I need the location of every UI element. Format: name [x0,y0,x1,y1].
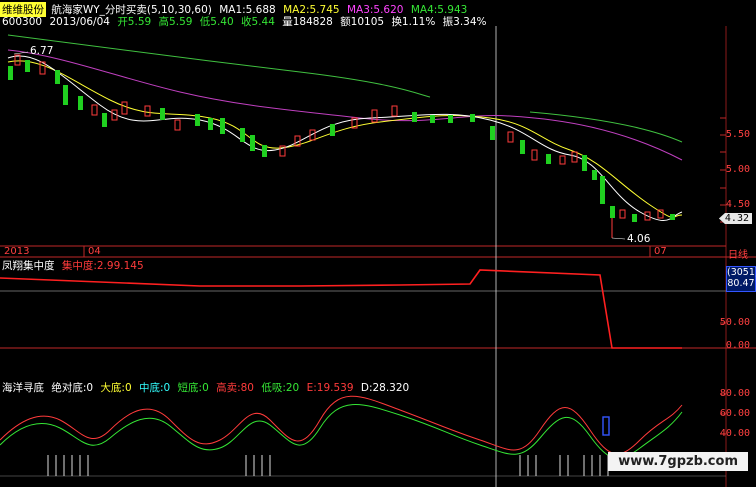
period-label[interactable]: 日线 [728,246,748,261]
label-d-value: D:28.320 [360,382,410,394]
ma60-line-part2 [529,111,683,143]
label-big-bottom: 大底:0 [100,382,132,394]
ind2-axis-60: 60.00 [719,408,750,419]
indicator1-name[interactable]: 凤翔集中度 [0,258,57,273]
label-absolute-bottom: 绝对底:0 [51,382,94,394]
oscillator-d-line [0,404,683,459]
concentration-line [0,269,682,349]
indicator2-header: 海洋寻底 绝对底:0 大底:0 中底:0 短底:0 高卖:80 低吸:20 E:… [0,380,411,395]
high-leader [13,51,29,55]
signal-bars [47,455,609,476]
label-high-sell: 高卖:80 [216,382,254,394]
low-leader [611,237,626,240]
indicator1-value: 集中度:2.99.145 [61,260,144,272]
price-tick-1: 5.50 [725,129,750,140]
ma5-line [7,55,683,222]
label-low-buy: 低吸:20 [261,382,300,394]
label-mid-bottom: 中底:0 [138,382,171,394]
time-label-july: 07 [654,246,667,257]
price-tick-2: 5.00 [725,164,750,175]
oscillator-e-line [0,395,683,455]
price-tick-3: 4.50 [725,199,750,210]
ind2-axis-40: 40.00 [719,428,750,439]
ind1-axis-50: 50.00 [719,317,750,328]
time-label-year: 2013 [4,246,30,257]
indicator1-box-value: (3051) [727,267,756,278]
ind2-axis-80: 80.00 [719,388,750,399]
ma10-line [7,60,683,218]
ind1-axis-0: 0.00 [725,340,750,351]
label-e-value: E:19.539 [306,382,354,394]
label-short-bottom: 短底:0 [177,382,209,394]
indicator2-name[interactable]: 海洋寻底 [0,380,46,395]
high-annotation: 6.77 [30,45,54,57]
watermark: www.7gpzb.com [608,452,748,471]
indicator1-box-level: 80.47 [727,278,755,289]
current-price-tag: 4.32 [718,213,752,224]
ma60-line-part1 [7,34,431,98]
indicator1-value-box: (3051) 80.47 [726,266,756,292]
candlesticks [8,54,675,238]
time-label-april: 04 [88,246,101,257]
low-annotation: 4.06 [627,233,651,245]
indicator1-header: 凤翔集中度 集中度:2.99.145 [0,258,146,273]
ma30-line [7,49,683,161]
signal-marker [602,416,610,436]
